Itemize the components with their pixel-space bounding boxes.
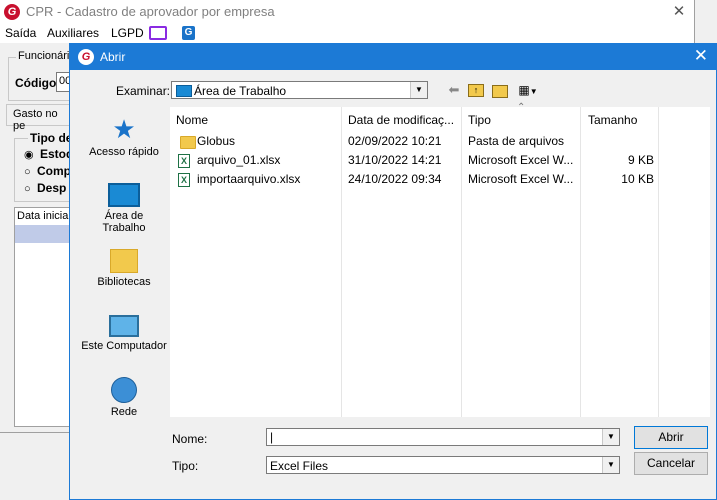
file-name: importaarquivo.xlsx [197,172,301,186]
radio-estoque[interactable]: ◉ Estoq [24,147,73,161]
radio-compra-label: Comp [37,164,71,178]
dialog-close-button[interactable]: ✕ [694,46,708,66]
file-type: Microsoft Excel W... [468,172,574,186]
excel-icon: X [178,173,190,187]
chevron-down-icon[interactable]: ▼ [602,429,619,445]
app-logo-icon: G [4,4,20,20]
file-size: 9 KB [627,153,654,167]
column-header-date[interactable]: Data de modificaç... [348,113,454,127]
place-label: Bibliotecas [97,276,151,288]
background-menubar: Saída Auxiliares LGPD G [0,23,694,43]
grid-header-data-inicial: Data inicial [17,210,71,222]
menu-auxiliares[interactable]: Auxiliares [47,26,99,40]
menu-lgpd[interactable]: LGPD [111,26,144,40]
sort-arrow-icon: ⌃ [517,102,526,113]
column-header-type[interactable]: Tipo [468,113,491,127]
file-type: Pasta de arquivos [468,134,565,148]
chevron-down-icon[interactable]: ▼ [602,457,619,473]
tipo-label: Tipo: [172,459,199,473]
tipo-combo[interactable]: Excel Files ▼ [266,456,620,474]
codigo-label: Código [15,76,57,90]
examinar-combo[interactable]: Área de Trabalho ▼ [171,81,428,99]
back-icon[interactable]: ⬅ [444,81,464,99]
place-label: Rede [110,406,138,418]
place-bibliotecas[interactable]: Bibliotecas [76,245,172,288]
places-bar: ★ Acesso rápido Área de Trabalho Bibliot… [76,107,167,427]
funcionario-group-label: Funcionári [16,50,72,62]
nome-label: Nome: [172,432,208,446]
column-header-size[interactable]: Tamanho [588,113,637,127]
file-list[interactable]: Nome Data de modificaç... Tipo ⌃ Tamanho… [170,102,710,417]
cancel-button[interactable]: Cancelar [634,452,708,475]
examinar-label: Examinar: [116,84,171,98]
place-label: Este Computador [81,340,167,352]
radio-despesa-label: Desp [37,181,67,195]
excel-icon: X [178,154,190,168]
radio-compra[interactable]: ○ Comp [24,164,71,178]
data-grid[interactable]: Data inicial [14,207,72,427]
radio-despesa[interactable]: ○ Desp [24,181,66,195]
open-button[interactable]: Abrir [634,426,708,449]
tipo-group-label: Tipo de [28,131,75,145]
folder-icon [180,136,196,149]
open-file-dialog: G Abrir ✕ Examinar: Área de Trabalho ▼ ⬅… [69,43,717,500]
file-name: Globus [197,134,236,148]
nome-combo[interactable]: | ▼ [266,428,620,446]
computer-icon [109,315,139,337]
background-close-button[interactable]: ✕ [664,1,694,23]
file-row[interactable]: X arquivo_01.xlsx 31/10/2022 14:21 Micro… [170,151,710,170]
desktop-icon [108,183,140,207]
desktop-small-icon [176,85,192,97]
gasto-panel: Gasto no pe [6,104,72,132]
file-date: 24/10/2022 09:34 [348,172,442,186]
chevron-down-icon[interactable]: ▼ [410,82,427,98]
place-label: Acesso rápido [89,146,159,158]
dialog-titlebar: G Abrir ✕ [70,44,716,70]
file-type: Microsoft Excel W... [468,153,574,167]
dialog-logo-icon: G [78,49,94,65]
file-name: arquivo_01.xlsx [197,153,281,167]
file-date: 02/09/2022 10:21 [348,134,442,148]
radio-selected-icon: ◉ [24,149,34,161]
file-row[interactable]: X importaarquivo.xlsx 24/10/2022 09:34 M… [170,170,710,189]
star-icon: ★ [112,114,136,144]
place-label: Área de Trabalho [102,210,146,234]
column-header-name[interactable]: Nome [176,113,208,127]
network-icon [111,377,137,403]
radio-empty-icon: ○ [24,166,31,178]
grid-selected-row[interactable] [15,225,71,243]
text-cursor: | [270,430,274,444]
app-icon[interactable]: G [182,26,195,40]
place-acesso-rapido[interactable]: ★ Acesso rápido [76,115,172,158]
place-rede[interactable]: Rede [76,373,172,418]
new-folder-icon[interactable] [490,81,510,99]
gasto-label: Gasto no pe [13,108,58,132]
examinar-value: Área de Trabalho [194,84,287,98]
libraries-icon [110,249,138,273]
place-area-de-trabalho[interactable]: Área de Trabalho [76,181,172,234]
background-window-title: CPR - Cadastro de aprovador por empresa [26,4,275,19]
view-menu-icon[interactable]: ▦▼ [514,81,542,99]
background-titlebar: G CPR - Cadastro de aprovador por empres… [0,0,694,23]
up-folder-icon[interactable]: ↑ [466,81,486,99]
tv-icon[interactable] [149,26,167,40]
file-size: 10 KB [621,172,654,186]
menu-saida[interactable]: Saída [5,26,36,40]
dialog-title: Abrir [100,50,126,64]
radio-empty-icon: ○ [24,183,31,195]
file-row[interactable]: Globus 02/09/2022 10:21 Pasta de arquivo… [170,132,710,151]
file-date: 31/10/2022 14:21 [348,153,442,167]
tipo-value: Excel Files [270,459,329,473]
place-este-computador[interactable]: Este Computador [76,309,172,352]
